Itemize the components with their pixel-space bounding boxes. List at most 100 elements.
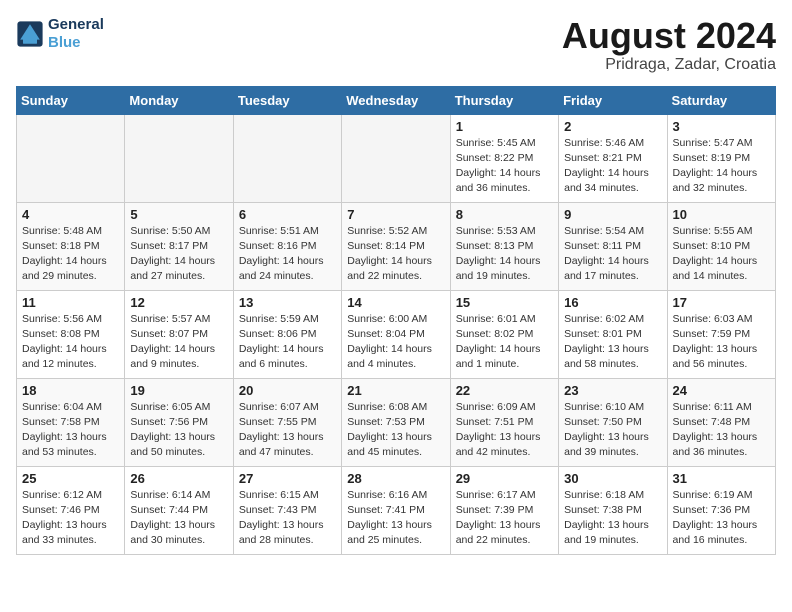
- day-info: Sunrise: 6:16 AMSunset: 7:41 PMDaylight:…: [347, 488, 444, 549]
- calendar-cell: 17 Sunrise: 6:03 AMSunset: 7:59 PMDayligh…: [667, 290, 775, 378]
- day-header-saturday: Saturday: [667, 86, 775, 114]
- calendar-cell: 4 Sunrise: 5:48 AMSunset: 8:18 PMDaylight…: [17, 202, 125, 290]
- calendar-cell: 9 Sunrise: 5:54 AMSunset: 8:11 PMDaylight…: [559, 202, 667, 290]
- calendar-cell: 19 Sunrise: 6:05 AMSunset: 7:56 PMDayligh…: [125, 378, 233, 466]
- title-area: August 2024 Pridraga, Zadar, Croatia: [562, 16, 776, 74]
- day-header-wednesday: Wednesday: [342, 86, 450, 114]
- calendar-cell: 18 Sunrise: 6:04 AMSunset: 7:58 PMDayligh…: [17, 378, 125, 466]
- day-number: 31: [673, 471, 770, 486]
- calendar-cell: 27 Sunrise: 6:15 AMSunset: 7:43 PMDayligh…: [233, 466, 341, 554]
- day-header-monday: Monday: [125, 86, 233, 114]
- calendar-cell: 10 Sunrise: 5:55 AMSunset: 8:10 PMDayligh…: [667, 202, 775, 290]
- day-info: Sunrise: 6:19 AMSunset: 7:36 PMDaylight:…: [673, 488, 770, 549]
- day-number: 10: [673, 207, 770, 222]
- day-info: Sunrise: 6:14 AMSunset: 7:44 PMDaylight:…: [130, 488, 227, 549]
- day-number: 30: [564, 471, 661, 486]
- day-number: 26: [130, 471, 227, 486]
- calendar-cell: 2 Sunrise: 5:46 AMSunset: 8:21 PMDaylight…: [559, 114, 667, 202]
- day-info: Sunrise: 6:05 AMSunset: 7:56 PMDaylight:…: [130, 400, 227, 461]
- day-number: 23: [564, 383, 661, 398]
- calendar-subtitle: Pridraga, Zadar, Croatia: [562, 56, 776, 74]
- day-number: 15: [456, 295, 553, 310]
- calendar-table: SundayMondayTuesdayWednesdayThursdayFrid…: [16, 86, 776, 555]
- calendar-cell: [233, 114, 341, 202]
- day-info: Sunrise: 6:01 AMSunset: 8:02 PMDaylight:…: [456, 312, 553, 373]
- day-info: Sunrise: 5:48 AMSunset: 8:18 PMDaylight:…: [22, 224, 119, 285]
- day-number: 2: [564, 119, 661, 134]
- day-info: Sunrise: 6:11 AMSunset: 7:48 PMDaylight:…: [673, 400, 770, 461]
- calendar-title: August 2024: [562, 16, 776, 56]
- calendar-cell: 29Sunrise: 6:17 AMSunset: 7:39 PMDayligh…: [450, 466, 558, 554]
- day-number: 16: [564, 295, 661, 310]
- day-number: 12: [130, 295, 227, 310]
- calendar-week-1: 1 Sunrise: 5:45 AMSunset: 8:22 PMDaylight…: [17, 114, 776, 202]
- day-number: 17: [673, 295, 770, 310]
- calendar-cell: 25Sunrise: 6:12 AMSunset: 7:46 PMDayligh…: [17, 466, 125, 554]
- calendar-cell: 26 Sunrise: 6:14 AMSunset: 7:44 PMDayligh…: [125, 466, 233, 554]
- calendar-cell: 15 Sunrise: 6:01 AMSunset: 8:02 PMDayligh…: [450, 290, 558, 378]
- day-number: 9: [564, 207, 661, 222]
- day-number: 1: [456, 119, 553, 134]
- calendar-header-row: SundayMondayTuesdayWednesdayThursdayFrid…: [17, 86, 776, 114]
- day-info: Sunrise: 5:55 AMSunset: 8:10 PMDaylight:…: [673, 224, 770, 285]
- logo-icon: [16, 20, 44, 48]
- day-info: Sunrise: 5:54 AMSunset: 8:11 PMDaylight:…: [564, 224, 661, 285]
- calendar-cell: 21 Sunrise: 6:08 AMSunset: 7:53 PMDayligh…: [342, 378, 450, 466]
- calendar-cell: 16 Sunrise: 6:02 AMSunset: 8:01 PMDayligh…: [559, 290, 667, 378]
- calendar-week-2: 4 Sunrise: 5:48 AMSunset: 8:18 PMDaylight…: [17, 202, 776, 290]
- day-header-tuesday: Tuesday: [233, 86, 341, 114]
- day-info: Sunrise: 6:00 AMSunset: 8:04 PMDaylight:…: [347, 312, 444, 373]
- day-number: 21: [347, 383, 444, 398]
- day-info: Sunrise: 6:10 AMSunset: 7:50 PMDaylight:…: [564, 400, 661, 461]
- calendar-cell: 14Sunrise: 6:00 AMSunset: 8:04 PMDayligh…: [342, 290, 450, 378]
- day-info: Sunrise: 5:51 AMSunset: 8:16 PMDaylight:…: [239, 224, 336, 285]
- day-info: Sunrise: 5:57 AMSunset: 8:07 PMDaylight:…: [130, 312, 227, 373]
- day-info: Sunrise: 6:15 AMSunset: 7:43 PMDaylight:…: [239, 488, 336, 549]
- day-info: Sunrise: 6:09 AMSunset: 7:51 PMDaylight:…: [456, 400, 553, 461]
- calendar-cell: 24 Sunrise: 6:11 AMSunset: 7:48 PMDayligh…: [667, 378, 775, 466]
- day-info: Sunrise: 5:45 AMSunset: 8:22 PMDaylight:…: [456, 136, 553, 197]
- day-info: Sunrise: 6:02 AMSunset: 8:01 PMDaylight:…: [564, 312, 661, 373]
- day-number: 11: [22, 295, 119, 310]
- calendar-cell: [342, 114, 450, 202]
- day-info: Sunrise: 5:52 AMSunset: 8:14 PMDaylight:…: [347, 224, 444, 285]
- day-info: Sunrise: 5:59 AMSunset: 8:06 PMDaylight:…: [239, 312, 336, 373]
- calendar-week-5: 25Sunrise: 6:12 AMSunset: 7:46 PMDayligh…: [17, 466, 776, 554]
- day-info: Sunrise: 6:18 AMSunset: 7:38 PMDaylight:…: [564, 488, 661, 549]
- day-info: Sunrise: 5:53 AMSunset: 8:13 PMDaylight:…: [456, 224, 553, 285]
- day-number: 18: [22, 383, 119, 398]
- calendar-cell: 5Sunrise: 5:50 AMSunset: 8:17 PMDaylight…: [125, 202, 233, 290]
- day-info: Sunrise: 6:04 AMSunset: 7:58 PMDaylight:…: [22, 400, 119, 461]
- day-number: 24: [673, 383, 770, 398]
- calendar-cell: 20Sunrise: 6:07 AMSunset: 7:55 PMDayligh…: [233, 378, 341, 466]
- day-number: 3: [673, 119, 770, 134]
- day-info: Sunrise: 6:03 AMSunset: 7:59 PMDaylight:…: [673, 312, 770, 373]
- calendar-cell: 11 Sunrise: 5:56 AMSunset: 8:08 PMDayligh…: [17, 290, 125, 378]
- calendar-week-3: 11 Sunrise: 5:56 AMSunset: 8:08 PMDayligh…: [17, 290, 776, 378]
- calendar-cell: 7Sunrise: 5:52 AMSunset: 8:14 PMDaylight…: [342, 202, 450, 290]
- calendar-cell: [17, 114, 125, 202]
- day-header-sunday: Sunday: [17, 86, 125, 114]
- day-info: Sunrise: 5:56 AMSunset: 8:08 PMDaylight:…: [22, 312, 119, 373]
- calendar-cell: 12 Sunrise: 5:57 AMSunset: 8:07 PMDayligh…: [125, 290, 233, 378]
- calendar-cell: [125, 114, 233, 202]
- day-info: Sunrise: 6:17 AMSunset: 7:39 PMDaylight:…: [456, 488, 553, 549]
- calendar-cell: 1 Sunrise: 5:45 AMSunset: 8:22 PMDaylight…: [450, 114, 558, 202]
- day-number: 6: [239, 207, 336, 222]
- calendar-cell: 6 Sunrise: 5:51 AMSunset: 8:16 PMDaylight…: [233, 202, 341, 290]
- day-header-thursday: Thursday: [450, 86, 558, 114]
- day-info: Sunrise: 6:08 AMSunset: 7:53 PMDaylight:…: [347, 400, 444, 461]
- day-number: 27: [239, 471, 336, 486]
- day-header-friday: Friday: [559, 86, 667, 114]
- calendar-cell: 30 Sunrise: 6:18 AMSunset: 7:38 PMDayligh…: [559, 466, 667, 554]
- day-info: Sunrise: 5:46 AMSunset: 8:21 PMDaylight:…: [564, 136, 661, 197]
- calendar-cell: 22Sunrise: 6:09 AMSunset: 7:51 PMDayligh…: [450, 378, 558, 466]
- day-info: Sunrise: 5:47 AMSunset: 8:19 PMDaylight:…: [673, 136, 770, 197]
- calendar-cell: 31 Sunrise: 6:19 AMSunset: 7:36 PMDayligh…: [667, 466, 775, 554]
- day-number: 19: [130, 383, 227, 398]
- calendar-week-4: 18 Sunrise: 6:04 AMSunset: 7:58 PMDayligh…: [17, 378, 776, 466]
- day-number: 5: [130, 207, 227, 222]
- day-number: 25: [22, 471, 119, 486]
- day-number: 28: [347, 471, 444, 486]
- day-number: 4: [22, 207, 119, 222]
